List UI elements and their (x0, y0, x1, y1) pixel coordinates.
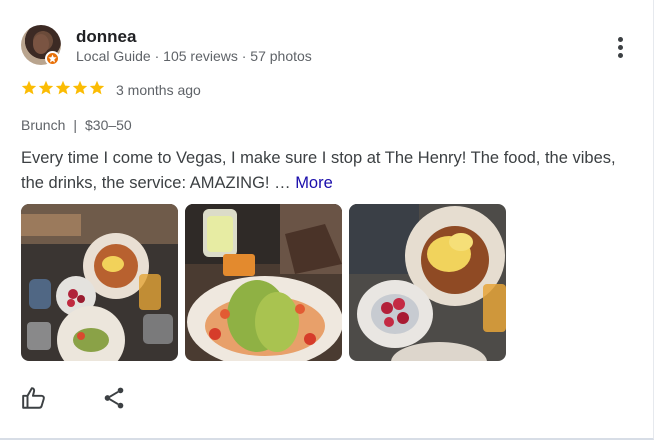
price-range: $30–50 (85, 117, 132, 133)
meal-type: Brunch (21, 117, 66, 133)
review-photo-2[interactable] (185, 204, 342, 361)
local-guide-badge-icon (45, 51, 60, 66)
avatar-face (33, 34, 49, 54)
reviewer-name[interactable]: donnea (76, 27, 136, 47)
review-text: Every time I come to Vegas, I make sure … (21, 146, 621, 196)
thumbs-up-icon[interactable] (21, 385, 47, 411)
review-date: 3 months ago (116, 82, 201, 98)
star-rating (21, 80, 105, 98)
attribute-separator: | (73, 117, 77, 133)
review-attributes: Brunch | $30–50 (21, 117, 132, 133)
star-icon (72, 80, 88, 95)
review-photo-3[interactable] (349, 204, 506, 361)
more-vert-icon[interactable] (610, 34, 630, 60)
review-photo-1[interactable] (21, 204, 178, 361)
star-icon (55, 80, 71, 95)
star-icon (89, 80, 105, 95)
star-icon (21, 80, 37, 95)
star-icon (38, 80, 54, 95)
more-link[interactable]: More (295, 174, 333, 192)
review-card: donnea Local Guide · 105 reviews · 57 ph… (0, 0, 654, 440)
share-icon[interactable] (101, 385, 127, 411)
reviewer-meta: Local Guide · 105 reviews · 57 photos (76, 48, 312, 64)
